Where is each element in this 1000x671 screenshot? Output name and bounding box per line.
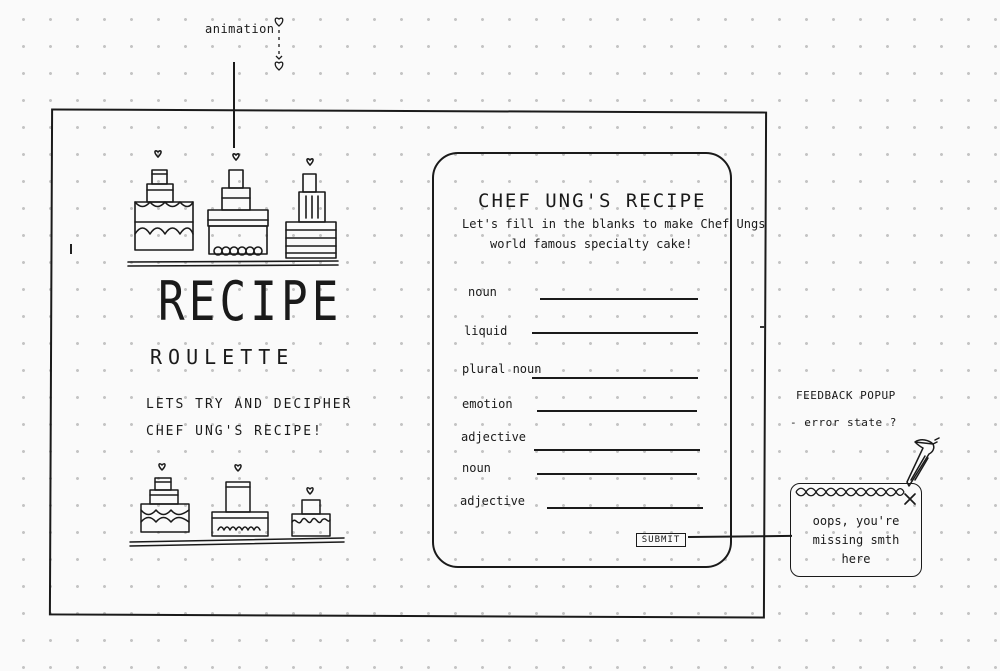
landing-subtitle: ROULETTE [150,345,295,369]
field-label-noun: noun [468,285,497,299]
heart-icon [154,150,162,158]
heart-icon [232,153,240,161]
cake-icon [140,463,190,533]
cake-icon [207,153,269,256]
field-input-adjective[interactable] [534,449,700,451]
field-label-noun-2: noun [462,461,491,475]
field-input-noun-2[interactable] [537,473,697,475]
popup-message-line-1: oops, you're [812,514,900,528]
cake-icon [134,150,194,251]
popup-message: oops, you're missing smth here [796,512,916,569]
field-input-plural-noun[interactable] [532,377,698,379]
landing-title: RECIPE [158,270,343,333]
form-title: CHEF UNG'S RECIPE [478,190,707,212]
cake-icon [285,158,337,259]
cake-shelf-bottom [129,463,345,547]
field-label-adjective: adjective [461,430,527,444]
feedback-annotation: FEEDBACK POPUP [796,389,896,402]
field-input-liquid[interactable] [532,332,698,334]
heart-icon [306,158,314,166]
cake-shelf-top [127,150,339,267]
heart-icon [306,487,314,495]
form-intro-line-2: world famous specialty cake! [490,237,693,251]
cake-icon [291,487,331,537]
frame-tick-right [760,326,765,328]
submit-button[interactable]: SUBMIT [636,533,686,547]
heart-icon [158,463,166,471]
field-input-noun[interactable] [540,298,698,300]
field-label-emotion: emotion [462,397,513,411]
field-label-plural-noun: plural noun [462,362,542,376]
field-label-liquid: liquid [464,324,508,338]
heart-icon [234,464,242,472]
form-intro-line-1: Let's fill in the blanks to make Chef Un… [462,217,766,231]
animation-hearts-icon [274,17,284,71]
field-input-adjective-2[interactable] [547,507,703,509]
landing-tagline-1: LETS TRY AND DECIPHER [146,397,353,412]
popup-frosting-border [795,487,905,497]
popup-message-line-2: missing smth [812,533,900,547]
feedback-annotation-sub: - error state ? [790,416,897,429]
cake-icon [211,464,269,537]
field-input-emotion[interactable] [537,410,697,412]
field-label-adjective-2: adjective [460,494,526,508]
frame-tick [70,244,72,254]
close-icon[interactable] [903,492,917,506]
popup-message-line-3: here [841,552,871,566]
shelf-bottom [129,537,345,543]
shelf-top [127,260,339,263]
landing-tagline-2: CHEF UNG'S RECIPE! [146,424,323,439]
animation-annotation: animation [205,22,275,36]
